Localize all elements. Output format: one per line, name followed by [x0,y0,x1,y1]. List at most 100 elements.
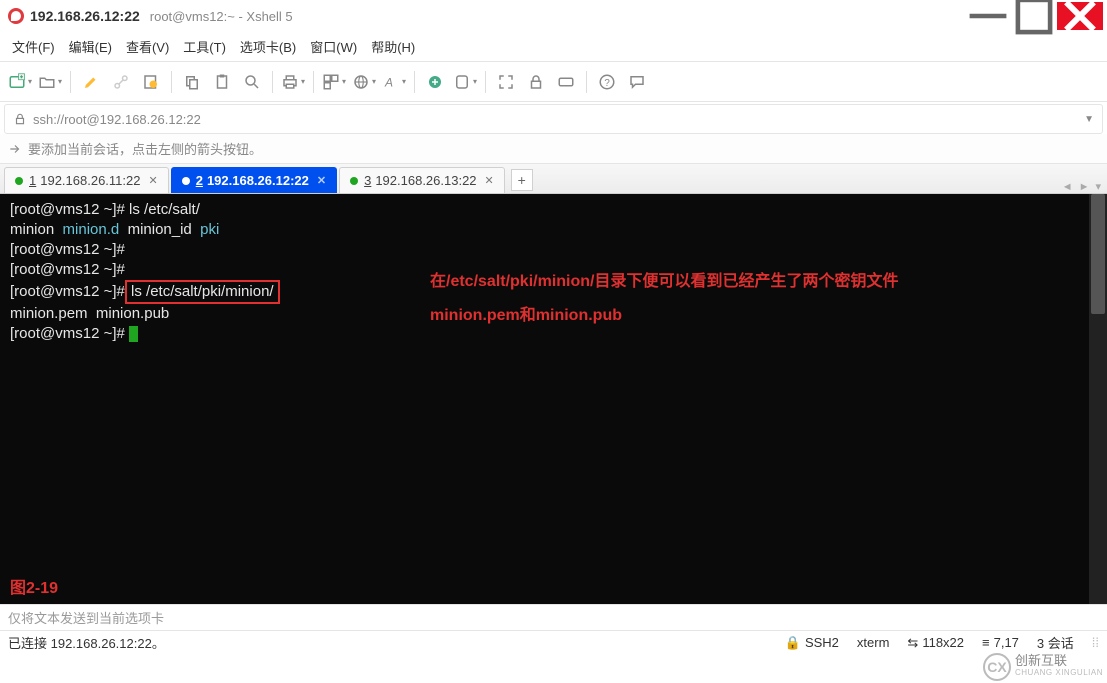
keyboard-button[interactable] [552,68,580,96]
maximize-icon [1011,0,1057,39]
toolbar-separator [313,71,314,93]
add-tab-button[interactable]: + [511,169,533,191]
tab-label: 192.168.26.11:22 [40,173,140,188]
session-tab-3[interactable]: 3 192.168.26.13:22 ✕ [339,167,505,193]
properties-button[interactable] [137,68,165,96]
sendbar[interactable]: 仅将文本发送到当前选项卡 [0,604,1107,630]
status-dot-icon [350,177,358,185]
new-session-icon [8,73,26,91]
transfer-icon [426,73,444,91]
font-button[interactable]: A▾ [380,68,408,96]
menu-file[interactable]: 文件(F) [12,37,55,56]
copy-button[interactable] [178,68,206,96]
find-button[interactable] [238,68,266,96]
encoding-button[interactable]: ▾ [350,68,378,96]
lock-button[interactable] [522,68,550,96]
link-break-icon [112,73,130,91]
window-controls [965,2,1103,30]
tab-close-icon[interactable]: ✕ [317,174,326,187]
menubar: 文件(F) 编辑(E) 查看(V) 工具(T) 选项卡(B) 窗口(W) 帮助(… [0,32,1107,62]
print-button[interactable]: ▾ [279,68,307,96]
output-line: minion minion.d minion_id pki [10,220,1101,240]
titlebar: 192.168.26.12:22 root@vms12:~ - Xshell 5 [0,0,1107,32]
watermark-icon: CX [983,653,1011,681]
window-title-main: 192.168.26.12:22 [30,8,140,24]
paste-icon [213,73,231,91]
tab-prev-icon[interactable]: ◄ [1062,181,1073,193]
highlighted-command: ls /etc/salt/pki/minion/ [125,280,280,304]
menu-edit[interactable]: 编辑(E) [69,37,112,56]
tab-next-icon[interactable]: ► [1079,181,1090,193]
paste-button[interactable] [208,68,236,96]
infobar: 要添加当前会话，点击左侧的箭头按钮。 [0,134,1107,164]
properties-icon [142,73,160,91]
annotation-text: 在/etc/salt/pki/minion/目录下便可以看到已经产生了两个密钥文… [430,268,898,330]
tab-label: 192.168.26.12:22 [207,173,309,188]
menu-view[interactable]: 查看(V) [126,37,169,56]
minimize-button[interactable] [965,2,1011,30]
terminal-scrollbar[interactable] [1089,194,1107,604]
watermark: CX 创新互联 CHUANG XINGULIAN [983,653,1103,681]
session-tab-1[interactable]: 1 192.168.26.11:22 ✕ [4,167,169,193]
folder-open-icon [38,73,56,91]
close-icon [1057,0,1103,39]
chat-icon [628,73,646,91]
font-icon: A [382,73,400,91]
arrow-add-icon[interactable] [8,142,22,156]
tab-index: 1 [29,173,36,188]
toolbar-separator [70,71,71,93]
address-dropdown[interactable]: ▼ [1084,114,1094,125]
figure-label: 图2-19 [10,574,58,598]
terminal[interactable]: [root@vms12 ~]# ls /etc/salt/ minion min… [0,194,1107,604]
tab-list-icon[interactable]: ▾ [1095,180,1101,193]
script-button[interactable]: ▾ [451,68,479,96]
printer-icon [281,73,299,91]
pencil-icon [82,73,100,91]
reconnect-button[interactable] [77,68,105,96]
watermark-cn: 创新互联 [1015,655,1103,667]
chat-button[interactable] [623,68,651,96]
menu-window[interactable]: 窗口(W) [310,37,357,56]
toolbar-separator [171,71,172,93]
svg-text:A: A [384,75,393,89]
status-cursor: ≡ 7,17 [982,635,1019,650]
sendbar-placeholder: 仅将文本发送到当前选项卡 [8,608,164,627]
addressbar[interactable]: ssh://root@192.168.26.12:22 ▼ [4,104,1103,134]
window-title-sub: root@vms12:~ - Xshell 5 [150,9,293,24]
new-session-button[interactable]: ▾ [6,68,34,96]
fullscreen-button[interactable] [492,68,520,96]
fullscreen-icon [497,73,515,91]
tab-nav: ◄ ► ▾ [1062,180,1107,193]
menu-tabs[interactable]: 选项卡(B) [240,37,296,56]
status-protocol: 🔒 SSH2 [785,635,839,651]
status-grip-icon[interactable]: ⁞⁞ [1092,635,1099,650]
prompt: [root@vms12 ~]# [10,283,129,300]
scrollbar-thumb[interactable] [1091,194,1105,314]
menu-tools[interactable]: 工具(T) [183,37,226,56]
prompt: [root@vms12 ~]# [10,241,129,258]
terminal-cursor [129,326,138,342]
open-button[interactable]: ▾ [36,68,64,96]
keyboard-icon [557,73,575,91]
xftp-button[interactable] [421,68,449,96]
status-dot-icon [15,177,23,185]
search-icon [243,73,261,91]
tab-close-icon[interactable]: ✕ [148,174,157,187]
layout-button[interactable]: ▾ [320,68,348,96]
address-url: ssh://root@192.168.26.12:22 [33,112,1084,127]
status-sessions: 3 会话 [1037,633,1074,652]
tab-close-icon[interactable]: ✕ [485,174,494,187]
help-button[interactable]: ? [593,68,621,96]
session-tab-2[interactable]: 2 192.168.26.12:22 ✕ [171,167,337,193]
close-button[interactable] [1057,2,1103,30]
app-icon [8,8,24,24]
maximize-button[interactable] [1011,2,1057,30]
toolbar-separator [414,71,415,93]
tab-index: 2 [196,173,203,188]
disconnect-button[interactable] [107,68,135,96]
toolbar: ▾ ▾ ▾ ▾ ▾ A▾ ▾ ? [0,62,1107,102]
statusbar: 已连接 192.168.26.12:22。 🔒 SSH2 xterm ⇆ 118… [0,630,1107,654]
status-termtype: xterm [857,635,890,650]
tab-index: 3 [364,173,371,188]
menu-help[interactable]: 帮助(H) [371,37,415,56]
